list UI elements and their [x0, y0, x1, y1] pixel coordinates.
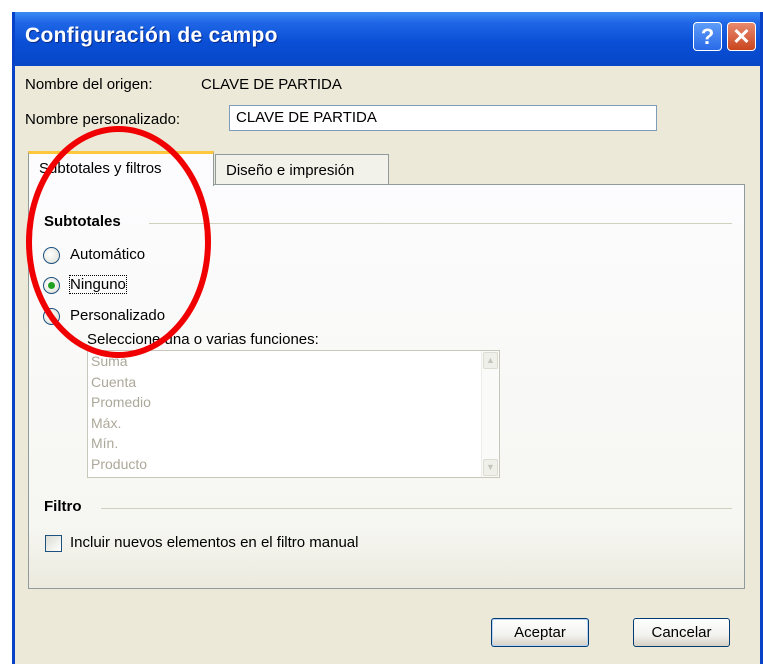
field-settings-dialog: Configuración de campo ? ✕ Nombre del or… [12, 12, 763, 664]
subtotals-heading: Subtotales [44, 213, 121, 230]
source-name-value: CLAVE DE PARTIDA [201, 76, 342, 93]
radio-automatic-label[interactable]: Automático [70, 246, 145, 263]
include-new-items-checkbox[interactable] [45, 535, 62, 552]
radio-custom-label[interactable]: Personalizado [70, 307, 165, 324]
cancel-button[interactable]: Cancelar [633, 618, 730, 647]
radio-none-label[interactable]: Ninguno [69, 275, 127, 294]
tab-layout-print[interactable]: Diseño e impresión [215, 154, 389, 186]
scroll-up-icon[interactable]: ▲ [483, 352, 498, 369]
source-name-label: Nombre del origen: [25, 76, 153, 93]
include-new-items-label[interactable]: Incluir nuevos elementos en el filtro ma… [70, 534, 359, 551]
list-item[interactable]: Máx. [88, 413, 499, 434]
functions-listbox[interactable]: Suma Cuenta Promedio Máx. Mín. Producto … [87, 350, 500, 478]
functions-label: Seleccione una o varias funciones: [87, 331, 319, 348]
radio-none[interactable] [43, 277, 60, 294]
filter-divider [101, 508, 732, 509]
scroll-down-icon[interactable]: ▼ [483, 459, 498, 476]
list-item[interactable]: Promedio [88, 392, 499, 413]
list-item[interactable]: Mín. [88, 433, 499, 454]
list-item[interactable]: Cuenta [88, 372, 499, 393]
close-button[interactable]: ✕ [727, 22, 756, 51]
list-item[interactable]: Suma [88, 351, 499, 372]
tab-panel: Subtotales Automático Ninguno Personaliz… [28, 184, 745, 589]
help-button[interactable]: ? [693, 22, 722, 51]
subtotals-divider [149, 223, 732, 224]
dialog-title: Configuración de campo [25, 24, 278, 47]
radio-custom[interactable] [43, 308, 60, 325]
radio-automatic[interactable] [43, 247, 60, 264]
ok-button[interactable]: Aceptar [491, 618, 589, 647]
listbox-scrollbar[interactable]: ▲ ▼ [481, 351, 499, 477]
radio-selected-dot [48, 282, 55, 289]
list-item[interactable]: Producto [88, 454, 499, 475]
custom-name-input[interactable]: CLAVE DE PARTIDA [229, 105, 657, 131]
tab-subtotals-filters[interactable]: Subtotales y filtros [28, 151, 214, 186]
custom-name-label: Nombre personalizado: [25, 111, 181, 128]
title-bar[interactable]: Configuración de campo ? ✕ [15, 12, 760, 66]
filter-heading: Filtro [44, 498, 82, 515]
